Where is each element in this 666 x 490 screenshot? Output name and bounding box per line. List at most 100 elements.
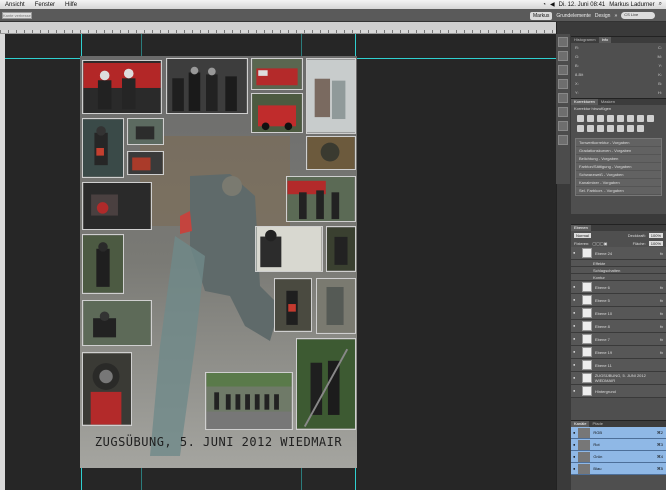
visibility-eye-icon[interactable]: ● — [573, 442, 575, 447]
brush-icon[interactable] — [558, 65, 568, 75]
preset-item[interactable]: Tonwertkorrektur - Vorgaben — [576, 139, 661, 147]
visibility-eye-icon[interactable]: ● — [573, 349, 579, 355]
photo-filter-icon[interactable] — [577, 125, 584, 132]
preset-item[interactable]: Gradationskurven - Vorgaben — [576, 147, 661, 155]
visibility-eye-icon[interactable]: ● — [573, 466, 575, 471]
photo-14[interactable] — [82, 234, 124, 294]
photo-16[interactable] — [316, 278, 356, 334]
document-collage[interactable]: ZUGSÜBUNG, 5. JUNI 2012 WIEDMAIR — [80, 56, 357, 468]
layer-row[interactable]: Kontur — [571, 274, 666, 281]
visibility-eye-icon[interactable]: ● — [573, 388, 579, 394]
selective-color-icon[interactable] — [637, 125, 644, 132]
canvas-area[interactable]: ZUGSÜBUNG, 5. JUNI 2012 WIEDMAIR — [5, 34, 556, 490]
vibrance-icon[interactable] — [617, 115, 624, 122]
preset-item[interactable]: Schwarzweiß - Vorgaben — [576, 171, 661, 179]
tab-masks[interactable]: Masken — [598, 99, 618, 105]
layer-row[interactable]: ● Ebene 19 fx — [571, 346, 666, 359]
layer-row[interactable]: ● Ebene 11 — [571, 359, 666, 372]
photo-9[interactable] — [306, 136, 356, 170]
photo-1[interactable] — [82, 60, 162, 114]
hue-saturation-icon[interactable] — [627, 115, 634, 122]
tab-layers[interactable]: Ebenen — [571, 225, 591, 231]
clone-source-icon[interactable] — [558, 79, 568, 89]
tab-adjustments[interactable]: Korrekturen — [571, 99, 598, 105]
lock-icon[interactable]: ▢▢▢▣ — [592, 241, 607, 246]
gradient-map-icon[interactable] — [627, 125, 634, 132]
photo-19[interactable] — [205, 372, 293, 430]
invert-icon[interactable] — [597, 125, 604, 132]
photo-12[interactable] — [255, 226, 323, 272]
photo-7[interactable] — [127, 118, 164, 145]
workspace-design[interactable]: Design — [595, 13, 611, 19]
photo-15[interactable] — [274, 278, 312, 332]
photo-20[interactable] — [296, 338, 356, 430]
visibility-eye-icon[interactable]: ● — [573, 323, 579, 329]
photo-17[interactable] — [82, 300, 152, 346]
threshold-icon[interactable] — [617, 125, 624, 132]
levels-icon[interactable] — [587, 115, 594, 122]
channel-row[interactable]: ● Grün ⌘4 — [571, 451, 666, 463]
photo-8[interactable] — [127, 151, 164, 175]
layer-row[interactable]: Effekte — [571, 260, 666, 267]
layer-row[interactable]: ● Ebene 24 fx — [571, 247, 666, 260]
menu-ansicht[interactable]: Ansicht — [0, 2, 30, 8]
visibility-eye-icon[interactable]: ● — [573, 284, 579, 290]
layer-fx-badge[interactable]: fx — [660, 324, 666, 329]
channel-row[interactable]: ● Rot ⌘3 — [571, 439, 666, 451]
exposure-icon[interactable] — [607, 115, 614, 122]
preset-item[interactable]: Kanalmixer - Vorgaben — [576, 179, 661, 187]
history-icon[interactable] — [558, 37, 568, 47]
brightness-icon[interactable] — [577, 115, 584, 122]
photo-5[interactable] — [306, 58, 356, 134]
visibility-eye-icon[interactable]: ● — [573, 250, 579, 256]
layer-row[interactable]: ● Ebene 6 fx — [571, 281, 666, 294]
color-balance-icon[interactable] — [637, 115, 644, 122]
photo-2[interactable] — [166, 58, 248, 114]
spotlight-icon[interactable]: ⌕ — [659, 1, 662, 8]
workspace-more[interactable]: » — [614, 13, 617, 19]
channel-mixer-icon[interactable] — [587, 125, 594, 132]
photo-4[interactable] — [251, 93, 303, 133]
workspace-user[interactable]: Markus — [530, 11, 553, 20]
opacity-input[interactable]: 100% — [648, 232, 663, 238]
photo-18[interactable] — [82, 352, 132, 426]
layer-row[interactable]: ● Ebene 10 fx — [571, 307, 666, 320]
black-white-icon[interactable] — [647, 115, 654, 122]
character-icon[interactable] — [558, 93, 568, 103]
swatches-icon[interactable] — [558, 121, 568, 131]
layer-row[interactable]: ● Hintergrund — [571, 385, 666, 398]
preset-item[interactable]: Belichtung - Vorgaben — [576, 155, 661, 163]
preset-item[interactable]: Farbton/Sättigung - Vorgaben — [576, 163, 661, 171]
styles-icon[interactable] — [558, 135, 568, 145]
preset-item[interactable]: Sel. Farbkorr. - Vorgaben — [576, 187, 661, 195]
visibility-eye-icon[interactable]: ● — [573, 375, 579, 381]
layer-fx-badge[interactable]: fx — [660, 251, 666, 256]
layer-row[interactable]: ● Ebene 5 fx — [571, 294, 666, 307]
volume-icon[interactable]: ◀ — [550, 1, 555, 8]
layer-fx-badge[interactable]: fx — [660, 311, 666, 316]
menu-user[interactable]: Markus Ladurner — [609, 2, 654, 8]
blend-mode-select[interactable]: Normal — [574, 232, 591, 238]
ruler-horizontal[interactable] — [0, 22, 556, 34]
layer-row[interactable]: Schlagschatten — [571, 267, 666, 274]
actions-icon[interactable] — [558, 51, 568, 61]
visibility-eye-icon[interactable]: ● — [573, 362, 579, 368]
channel-row[interactable]: ● Blau ⌘5 — [571, 463, 666, 475]
visibility-eye-icon[interactable]: ● — [573, 336, 579, 342]
photo-13[interactable] — [326, 226, 356, 272]
layer-row[interactable]: ● Ebene 8 fx — [571, 320, 666, 333]
layer-fx-badge[interactable]: fx — [660, 298, 666, 303]
photo-3[interactable] — [251, 58, 303, 90]
options-field[interactable] — [2, 12, 32, 19]
tab-histogram[interactable]: Histogramm — [571, 37, 599, 43]
cs-live-search[interactable]: CS Live — [621, 12, 656, 19]
visibility-eye-icon[interactable]: ● — [573, 430, 575, 435]
menu-clock[interactable]: Di. 12. Juni 08:41 — [559, 2, 606, 8]
paragraph-icon[interactable] — [558, 107, 568, 117]
posterize-icon[interactable] — [607, 125, 614, 132]
layer-fx-badge[interactable]: fx — [660, 285, 666, 290]
channel-row[interactable]: ● RGB ⌘2 — [571, 427, 666, 439]
curves-icon[interactable] — [597, 115, 604, 122]
photo-10[interactable] — [286, 176, 356, 222]
tab-info[interactable]: Info — [598, 37, 612, 43]
